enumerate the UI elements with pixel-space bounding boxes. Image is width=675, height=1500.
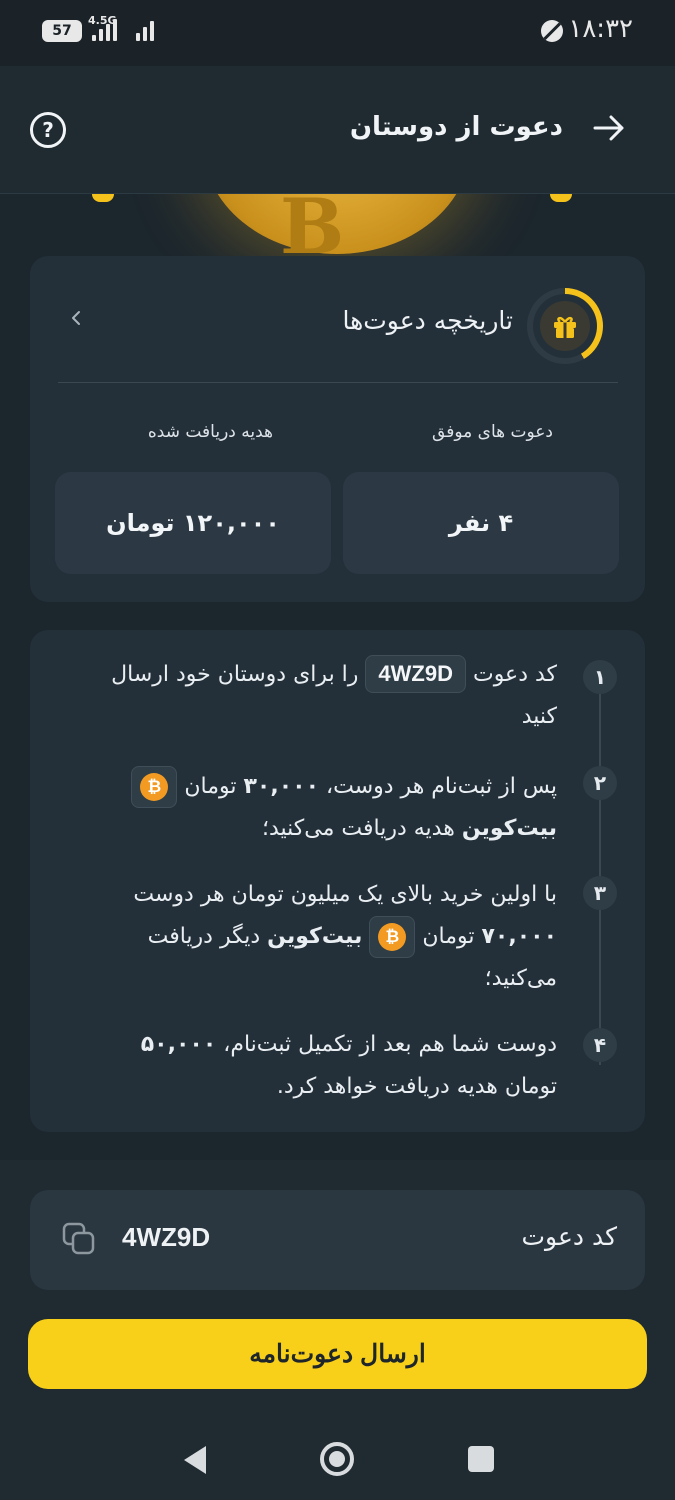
signal-icon <box>92 19 117 41</box>
invite-history-link[interactable]: تاریخچه دعوت‌ها <box>30 256 645 382</box>
back-button[interactable] <box>591 110 627 146</box>
page-title: دعوت از دوستان <box>349 112 563 142</box>
received-reward-value: ۱۲۰,۰۰۰ تومان <box>55 472 331 574</box>
step-number: ۱ <box>583 660 617 694</box>
hero-banner: B <box>0 194 675 256</box>
step-number: ۴ <box>583 1028 617 1062</box>
system-nav-bar <box>0 1420 675 1500</box>
arrow-right-icon <box>593 115 624 141</box>
sparkle-decoration <box>92 194 114 202</box>
nav-home-icon[interactable] <box>320 1442 354 1476</box>
nav-back-icon[interactable] <box>180 1444 210 1476</box>
gift-icon <box>554 316 576 338</box>
history-title: تاریخچه دعوت‌ها <box>342 306 513 335</box>
step-4-text: دوست شما هم بعد از تکمیل ثبت‌نام، ۵۰,۰۰۰… <box>140 1032 557 1099</box>
successful-invites-value: ۴ نفر <box>343 472 619 574</box>
gift-progress-ring <box>527 288 603 364</box>
invite-code-value[interactable]: 4WZ9D <box>122 1222 210 1253</box>
nav-recents-icon[interactable] <box>468 1446 494 1472</box>
step-number: ۳ <box>583 876 617 910</box>
battery-indicator: 57 <box>42 20 82 42</box>
copy-icon[interactable] <box>60 1220 100 1260</box>
successful-invites-label: دعوت های موفق <box>432 422 553 442</box>
invite-code-label: کد دعوت <box>521 1222 617 1251</box>
received-reward-label: هدیه دریافت شده <box>147 422 273 442</box>
app-header: دعوت از دوستان ? <box>0 66 675 194</box>
step-number: ۲ <box>583 766 617 800</box>
step-3-text: با اولین خرید بالای یک میلیون تومان هر د… <box>133 882 557 991</box>
chevron-left-icon <box>72 311 80 325</box>
help-icon[interactable]: ? <box>30 112 66 148</box>
bitcoin-icon: ₿ <box>131 766 178 808</box>
divider <box>58 382 618 383</box>
bitcoin-coin-symbol: B <box>280 194 345 256</box>
status-time: ۱۸:۳۲ <box>568 14 633 44</box>
step-2-text: پس از ثبت‌نام هر دوست، ۳۰,۰۰۰ تومان ₿ بی… <box>87 766 557 850</box>
sparkle-decoration <box>550 194 572 202</box>
status-bar: 57 4.5G ۱۸:۳۲ <box>0 0 675 66</box>
send-invitation-button[interactable]: ارسال دعوت‌نامه <box>28 1319 647 1389</box>
step-1-text: کد دعوت 4WZ9D را برای دوستان خود ارسال ک… <box>87 654 557 738</box>
invite-code-field: کد دعوت 4WZ9D <box>30 1190 645 1290</box>
invite-history-card: تاریخچه دعوت‌ها دعوت های موفق هدیه دریاف… <box>30 256 645 602</box>
do-not-disturb-icon <box>541 20 563 42</box>
signal-icon <box>136 19 154 41</box>
invite-steps-card: ۱ کد دعوت 4WZ9D را برای دوستان خود ارسال… <box>30 630 645 1132</box>
bitcoin-icon: ₿ <box>369 916 416 958</box>
invite-code-chip: 4WZ9D <box>365 655 466 693</box>
